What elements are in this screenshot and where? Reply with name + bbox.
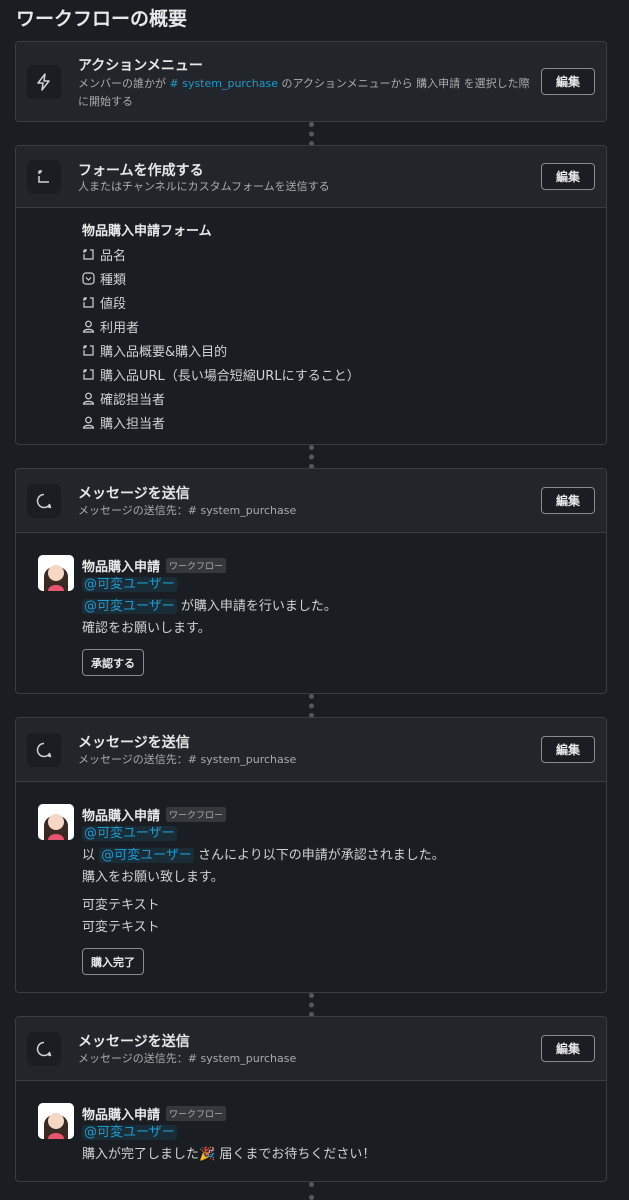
- form-field: 購入品概要&購入目的: [82, 338, 360, 362]
- edit-message-button[interactable]: 編集: [541, 735, 595, 763]
- form-preview: 物品購入申請フォーム 品名 種類 値段 利用者 購入品概要&購入目的 購入品UR…: [82, 220, 360, 434]
- avatar: [38, 1103, 74, 1139]
- step-connector: [309, 122, 314, 146]
- message-bubble-icon: [27, 1031, 61, 1066]
- message-text: 確認をお願いします。: [82, 621, 211, 636]
- user-mention[interactable]: @可変ユーザー: [82, 599, 177, 614]
- party-popper-icon: 🎉: [199, 1147, 216, 1162]
- edit-trigger-button[interactable]: 編集: [541, 67, 595, 95]
- sender-name: 物品購入申請: [82, 808, 161, 824]
- page-title: ワークフローの概要: [16, 8, 188, 30]
- form-step-card: フォームを作成する 人またはチャンネルにカスタムフォームを送信する 編集 物品購…: [15, 145, 607, 445]
- step-connector: [309, 694, 314, 718]
- form-field: 購入担当者: [82, 410, 360, 434]
- message-step-title: メッセージを送信: [78, 735, 190, 751]
- message-step-subtitle: メッセージの送信先：# system_purchase: [78, 504, 297, 517]
- message-step-card: メッセージを送信 メッセージの送信先：# system_purchase 編集 …: [15, 1016, 607, 1182]
- variable-text: 可変テキスト: [82, 898, 160, 913]
- form-field: 種類: [82, 266, 360, 290]
- step-connector: [309, 445, 314, 469]
- user-field-icon: [82, 416, 95, 429]
- form-field: 購入品URL（長い場合短縮URLにすること）: [82, 362, 360, 386]
- user-field-icon: [82, 320, 95, 333]
- lightning-bolt-icon: [27, 64, 61, 99]
- message-step-title: メッセージを送信: [78, 486, 190, 502]
- message-preview: 物品購入申請 ワークフロー @可変ユーザー @可変ユーザー が購入申請を行いまし…: [38, 555, 596, 676]
- workflow-badge: ワークフロー: [166, 1105, 227, 1121]
- user-mention[interactable]: @可変ユーザー: [82, 577, 177, 592]
- step-connector: [309, 993, 314, 1017]
- text-field-icon: [83, 248, 94, 260]
- user-field-icon: [82, 392, 95, 405]
- channel-link[interactable]: # system_purchase: [170, 77, 278, 90]
- edit-message-button[interactable]: 編集: [541, 1034, 595, 1062]
- purchase-complete-button[interactable]: 購入完了: [82, 948, 144, 975]
- workflow-badge: ワークフロー: [166, 806, 227, 822]
- form-step-title: フォームを作成する: [78, 163, 204, 179]
- message-step-subtitle: メッセージの送信先：# system_purchase: [78, 753, 297, 766]
- message-step-title: メッセージを送信: [78, 1034, 190, 1050]
- message-preview: 物品購入申請 ワークフロー @可変ユーザー 購入が完了しました🎉 届くまでお待ち…: [38, 1103, 596, 1173]
- sender-name: 物品購入申請: [82, 1107, 161, 1123]
- message-text: 購入をお願い致します。: [82, 870, 224, 885]
- form-icon: [27, 159, 61, 194]
- message-bubble-icon: [27, 732, 61, 767]
- user-mention[interactable]: @可変ユーザー: [82, 1125, 177, 1140]
- variable-text: 可変テキスト: [82, 920, 160, 935]
- form-field: 確認担当者: [82, 386, 360, 410]
- avatar: [38, 555, 74, 591]
- edit-form-button[interactable]: 編集: [541, 162, 595, 190]
- form-field: 品名: [82, 242, 360, 266]
- workflow-badge: ワークフロー: [166, 557, 227, 573]
- text-field-icon: [83, 368, 94, 380]
- text-field-icon: [83, 296, 94, 308]
- message-step-subtitle: メッセージの送信先：# system_purchase: [78, 1052, 297, 1065]
- dropdown-field-icon: [82, 271, 95, 285]
- trigger-description: メンバーの誰かが # system_purchase のアクションメニューから …: [78, 77, 530, 108]
- user-mention[interactable]: @可変ユーザー: [99, 848, 194, 863]
- message-step-card: メッセージを送信 メッセージの送信先：# system_purchase 編集 …: [15, 717, 607, 993]
- sender-name: 物品購入申請: [82, 559, 161, 575]
- edit-message-button[interactable]: 編集: [541, 486, 595, 514]
- step-connector: [309, 1182, 314, 1200]
- avatar: [38, 804, 74, 840]
- form-step-subtitle: 人またはチャンネルにカスタムフォームを送信する: [78, 180, 330, 193]
- trigger-step-card: アクションメニュー メンバーの誰かが # system_purchase のアク…: [15, 41, 607, 122]
- message-bubble-icon: [27, 483, 61, 518]
- form-name: 物品購入申請フォーム: [82, 224, 212, 239]
- user-mention[interactable]: @可変ユーザー: [82, 826, 177, 841]
- approve-button[interactable]: 承認する: [82, 649, 144, 676]
- trigger-title: アクションメニュー: [78, 58, 203, 74]
- form-field: 値段: [82, 290, 360, 314]
- message-step-card: メッセージを送信 メッセージの送信先：# system_purchase 編集 …: [15, 468, 607, 694]
- text-field-icon: [83, 344, 94, 356]
- message-preview: 物品購入申請 ワークフロー @可変ユーザー 以 @可変ユーザー さんにより以下の…: [38, 804, 596, 975]
- form-field: 利用者: [82, 314, 360, 338]
